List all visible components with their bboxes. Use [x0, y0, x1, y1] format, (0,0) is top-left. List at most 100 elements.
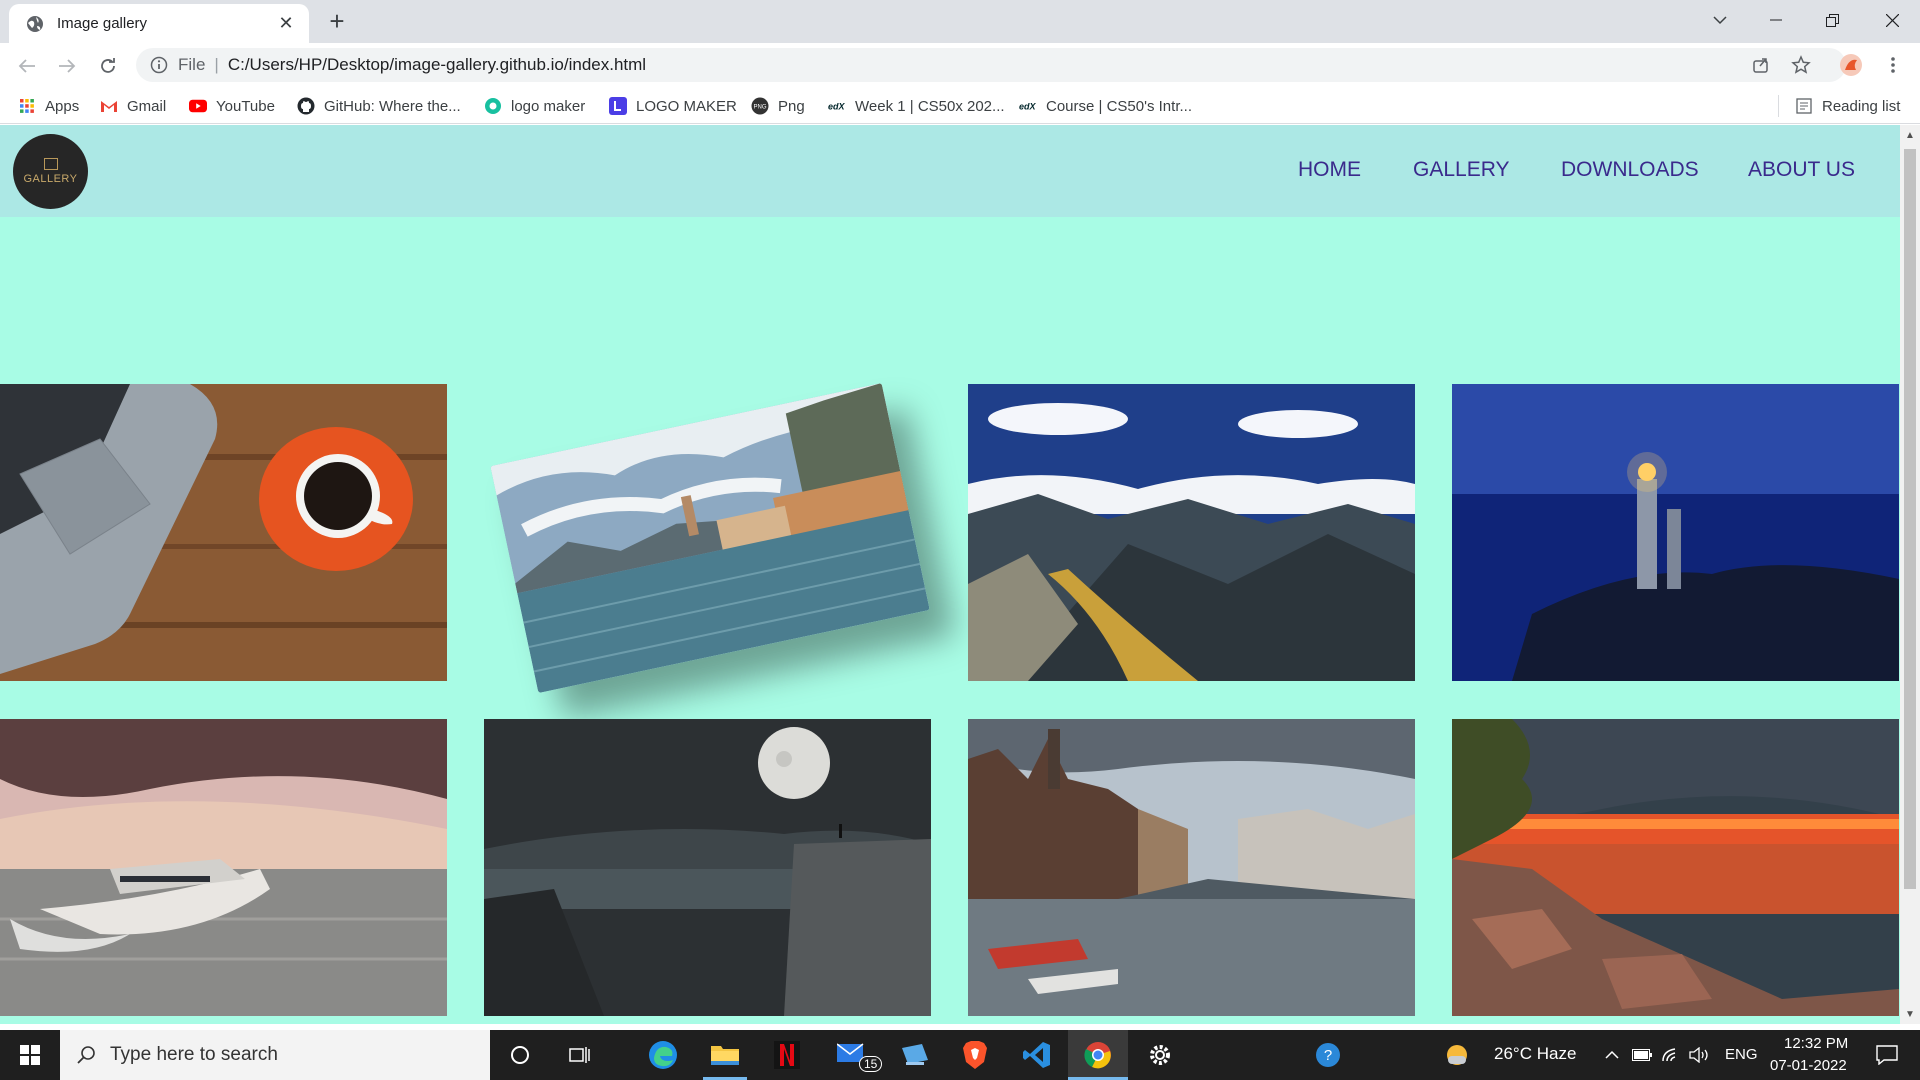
search-icon — [77, 1046, 95, 1064]
tray-chevron-up-icon[interactable] — [1598, 1030, 1626, 1080]
settings-gear-icon[interactable] — [1130, 1030, 1190, 1080]
gallery-image-canal-city[interactable] — [968, 719, 1415, 1016]
bookmark-logo-maker[interactable]: logo maker — [484, 95, 585, 117]
svg-text:?: ? — [1324, 1047, 1332, 1064]
new-tab-button[interactable]: + — [322, 7, 352, 37]
gallery-image-mountains[interactable] — [968, 384, 1415, 681]
tab-image-gallery[interactable]: Image gallery ✕ — [9, 4, 309, 43]
restore-button[interactable] — [1804, 0, 1860, 40]
clock-date[interactable]: 07-01-2022 — [1770, 1057, 1847, 1074]
close-window-button[interactable] — [1864, 0, 1920, 40]
site-header: GALLERY HOME GALLERY DOWNLOADS ABOUT US — [0, 125, 1900, 217]
scroll-up-arrow-icon[interactable]: ▲ — [1904, 130, 1916, 142]
weather-text[interactable]: 26°C Haze — [1494, 1044, 1576, 1064]
info-icon[interactable] — [150, 56, 168, 74]
nav-downloads-link[interactable]: DOWNLOADS — [1561, 158, 1699, 182]
reload-icon[interactable] — [93, 51, 123, 81]
scroll-thumb[interactable] — [1904, 149, 1916, 889]
site-logo[interactable]: GALLERY — [13, 134, 88, 209]
gallery-image-moon-cliff[interactable] — [484, 719, 931, 1016]
edge-icon[interactable] — [633, 1030, 693, 1080]
file-explorer-icon[interactable] — [695, 1030, 755, 1080]
notifications-icon[interactable] — [1862, 1030, 1912, 1080]
cortana-circle-icon[interactable] — [490, 1030, 550, 1080]
gallery-image-rocky-sunset[interactable] — [1452, 719, 1899, 1016]
logo-text: GALLERY — [23, 173, 78, 185]
bookmark-label: Apps — [45, 97, 80, 115]
gallery-image-speedboat[interactable] — [0, 719, 447, 1016]
bookmarks-bar: Apps Gmail YouTube GitHub: Where the... … — [0, 87, 1920, 124]
mail-badge: 15 — [859, 1056, 883, 1072]
reading-list-button[interactable]: Reading list — [1778, 95, 1900, 117]
bookmark-logo-maker-caps[interactable]: LOGO MAKER — [609, 95, 737, 117]
file-scheme-label: File — [178, 55, 206, 74]
bookmark-png[interactable]: PNG Png — [751, 95, 805, 117]
edx-icon: edX — [828, 97, 846, 115]
globe-icon — [27, 15, 43, 32]
bookmark-cs50-week1[interactable]: edX Week 1 | CS50x 202... — [828, 95, 1005, 117]
bookmark-label: Png — [778, 97, 805, 115]
windows-start-icon[interactable] — [0, 1030, 60, 1080]
bookmark-label: Week 1 | CS50x 202... — [855, 97, 1005, 115]
logo-maker-icon — [484, 97, 502, 115]
scheme-separator: | — [214, 55, 219, 74]
page-scrollbar[interactable]: ▲ ▼ — [1900, 125, 1920, 1024]
minimize-button[interactable] — [1748, 0, 1804, 40]
taskbar-search-box[interactable]: Type here to search — [60, 1030, 490, 1080]
language-indicator[interactable]: ENG — [1725, 1046, 1758, 1063]
browser-toolbar: File | C:/Users/HP/Desktop/image-gallery… — [0, 43, 1920, 87]
svg-text:edX: edX — [828, 102, 846, 112]
bookmark-label: Course | CS50's Intr... — [1046, 97, 1192, 115]
bookmark-star-icon[interactable] — [1788, 52, 1814, 78]
nav-about-us-link[interactable]: ABOUT US — [1748, 158, 1855, 182]
nav-home-link[interactable]: HOME — [1298, 158, 1361, 182]
wifi-icon[interactable] — [1657, 1030, 1685, 1080]
gmail-icon — [100, 97, 118, 115]
profile-avatar[interactable] — [1838, 52, 1864, 78]
battery-icon[interactable] — [1628, 1030, 1656, 1080]
weather-sun-icon[interactable] — [1442, 1030, 1472, 1080]
address-bar[interactable]: File | C:/Users/HP/Desktop/image-gallery… — [136, 48, 1846, 82]
bookmark-label: YouTube — [216, 97, 275, 115]
taskbar-search-placeholder: Type here to search — [110, 1044, 278, 1065]
bookmark-youtube[interactable]: YouTube — [189, 95, 275, 117]
clock-time[interactable]: 12:32 PM — [1784, 1035, 1848, 1052]
bookmark-label: Gmail — [127, 97, 167, 115]
browser-tab-strip: Image gallery ✕ + — [0, 0, 1920, 43]
bookmark-gmail[interactable]: Gmail — [100, 95, 166, 117]
share-icon[interactable] — [1748, 52, 1774, 78]
bookmark-apps[interactable]: Apps — [18, 95, 79, 117]
github-icon — [297, 97, 315, 115]
gallery-image-lake-town[interactable] — [490, 382, 930, 694]
gallery-image-lighthouse[interactable] — [1452, 384, 1899, 681]
webpage: GALLERY HOME GALLERY DOWNLOADS ABOUT US — [0, 125, 1900, 1024]
bookmark-label: LOGO MAKER — [636, 97, 737, 115]
netflix-icon[interactable] — [757, 1030, 817, 1080]
bookmark-github[interactable]: GitHub: Where the... — [297, 95, 461, 117]
help-icon[interactable]: ? — [1298, 1030, 1358, 1080]
bookmark-cs50-course[interactable]: edX Course | CS50's Intr... — [1019, 95, 1192, 117]
url-text[interactable]: C:/Users/HP/Desktop/image-gallery.github… — [228, 55, 646, 75]
apps-grid-icon — [18, 97, 36, 115]
volume-icon[interactable] — [1686, 1030, 1714, 1080]
scroll-down-arrow-icon[interactable]: ▼ — [1904, 1009, 1916, 1021]
youtube-icon — [189, 97, 207, 115]
png-icon: PNG — [751, 97, 769, 115]
tab-search-chevron-icon[interactable] — [1692, 0, 1748, 40]
svg-text:edX: edX — [1019, 102, 1037, 112]
reading-list-icon — [1795, 97, 1813, 115]
task-view-icon[interactable] — [550, 1030, 610, 1080]
menu-kebab-icon[interactable] — [1880, 52, 1906, 78]
mail-icon[interactable]: 15 — [823, 1030, 883, 1080]
vscode-icon[interactable] — [1007, 1030, 1067, 1080]
brave-icon[interactable] — [945, 1030, 1005, 1080]
nav-gallery-link[interactable]: GALLERY — [1413, 158, 1510, 182]
tab-close-icon[interactable]: ✕ — [275, 13, 297, 34]
chrome-icon[interactable] — [1068, 1030, 1128, 1080]
gallery-image-laptop-coffee[interactable] — [0, 384, 447, 681]
back-arrow-icon[interactable] — [12, 51, 42, 81]
forward-arrow-icon[interactable] — [52, 51, 82, 81]
reading-list-label: Reading list — [1822, 97, 1901, 115]
bookmark-label: logo maker — [511, 97, 586, 115]
desktop-app-icon[interactable] — [885, 1030, 945, 1080]
